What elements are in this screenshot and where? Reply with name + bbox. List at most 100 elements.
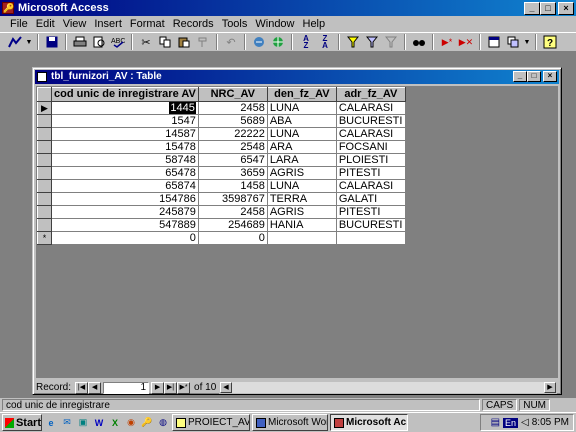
table-cell[interactable]: 58748 xyxy=(51,153,199,167)
format-painter-icon[interactable] xyxy=(194,34,212,51)
table-cell[interactable]: FOCSANI xyxy=(335,140,406,154)
outlook-express-icon[interactable]: ✉ xyxy=(60,416,74,430)
table-row[interactable]: 14587 22222 LUNA CALARASI xyxy=(37,127,406,141)
language-indicator[interactable]: En xyxy=(503,417,519,428)
table-cell[interactable]: 2458 xyxy=(197,101,268,115)
table-cell[interactable]: 2458 xyxy=(197,205,268,219)
table-row[interactable]: 58748 6547 LARA PLOIESTI xyxy=(37,153,406,167)
new-object-icon[interactable] xyxy=(504,34,522,51)
table-cell[interactable]: 15478 xyxy=(51,140,199,154)
previous-record-button[interactable]: ◀ xyxy=(88,381,102,394)
insert-hyperlink-icon[interactable] xyxy=(250,34,268,51)
table-row[interactable]: 245879 2458 AGRIS PITESTI xyxy=(37,205,406,219)
table-cell[interactable] xyxy=(335,231,406,245)
cut-icon[interactable]: ✂ xyxy=(137,34,155,51)
table-cell[interactable]: 22222 xyxy=(197,127,268,141)
table-row[interactable]: 154786 3598767 TERRA GALATI xyxy=(37,192,406,206)
record-selector[interactable] xyxy=(37,205,52,219)
close-button[interactable]: × xyxy=(558,2,574,15)
dropdown-icon[interactable]: ▼ xyxy=(25,34,33,51)
table-cell[interactable]: 3598767 xyxy=(197,192,268,206)
apply-filter-icon[interactable] xyxy=(382,34,400,51)
netmeeting-icon[interactable]: ◍ xyxy=(156,416,170,430)
minimize-button[interactable]: _ xyxy=(524,2,540,15)
table-cell[interactable]: LUNA xyxy=(266,101,337,115)
table-cell[interactable]: HANIA xyxy=(266,218,337,232)
scroll-left-button[interactable]: ◀ xyxy=(220,382,232,393)
record-selector[interactable] xyxy=(37,140,52,154)
menu-file[interactable]: File xyxy=(6,16,32,32)
table-cell[interactable]: 14587 xyxy=(51,127,199,141)
record-selector[interactable] xyxy=(37,114,52,128)
table-cell[interactable]: 254689 xyxy=(197,218,268,232)
access-icon[interactable]: 🔑 xyxy=(140,416,154,430)
table-cell[interactable]: PITESTI xyxy=(335,166,406,180)
table-cell[interactable] xyxy=(266,231,337,245)
table-cell[interactable]: BUCURESTI xyxy=(335,218,406,232)
table-cell[interactable]: CALARASI xyxy=(335,101,406,115)
table-cell[interactable]: ABA xyxy=(266,114,337,128)
column-header[interactable]: cod unic de inregistrare AV xyxy=(51,87,199,102)
table-row[interactable]: 1547 5689 ABA BUCURESTI xyxy=(37,114,406,128)
record-selector[interactable]: ▶ xyxy=(37,101,52,115)
record-number-input[interactable]: 1 xyxy=(103,381,150,394)
table-cell[interactable]: 154786 xyxy=(51,192,199,206)
table-cell[interactable]: 1458 xyxy=(197,179,268,193)
record-selector[interactable] xyxy=(37,166,52,180)
table-cell[interactable]: PITESTI xyxy=(335,205,406,219)
first-record-button[interactable]: |◀ xyxy=(75,381,89,394)
volume-icon[interactable]: ◁ xyxy=(521,417,529,428)
menu-edit[interactable]: Edit xyxy=(32,16,59,32)
table-cell[interactable]: 0 xyxy=(197,231,268,245)
table-cell[interactable]: BUCURESTI xyxy=(335,114,406,128)
taskbar-button-word[interactable]: Microsoft Word ... xyxy=(252,414,328,431)
table-cell[interactable]: AGRIS xyxy=(266,166,337,180)
dropdown-icon[interactable]: ▼ xyxy=(523,34,531,51)
table-row[interactable]: 65874 1458 LUNA CALARASI xyxy=(37,179,406,193)
table-cell[interactable]: 6547 xyxy=(197,153,268,167)
print-preview-icon[interactable] xyxy=(90,34,108,51)
column-header[interactable]: NRC_AV xyxy=(197,87,268,102)
taskbar-button-proiect[interactable]: PROIECT_AV xyxy=(172,414,250,431)
network-icon[interactable]: ▤ xyxy=(491,417,500,428)
powerpoint-icon[interactable]: ◉ xyxy=(124,416,138,430)
print-icon[interactable] xyxy=(71,34,89,51)
table-cell[interactable]: 1547 xyxy=(51,114,199,128)
internet-explorer-icon[interactable]: e xyxy=(44,416,58,430)
table-cell[interactable]: 2548 xyxy=(197,140,268,154)
record-selector[interactable] xyxy=(37,127,52,141)
table-row[interactable]: 547889 254689 HANIA BUCURESTI xyxy=(37,218,406,232)
filter-by-form-icon[interactable] xyxy=(363,34,381,51)
table-cell[interactable]: 1445 xyxy=(51,101,199,115)
menu-window[interactable]: Window xyxy=(251,16,298,32)
taskbar-button-access[interactable]: Microsoft Ac... xyxy=(330,414,408,431)
filter-by-selection-icon[interactable] xyxy=(344,34,362,51)
scroll-right-button[interactable]: ▶ xyxy=(544,382,556,393)
table-cell[interactable]: 245879 xyxy=(51,205,199,219)
help-icon[interactable]: ? xyxy=(541,34,559,51)
table-icon[interactable] xyxy=(37,72,47,82)
table-cell[interactable]: 65874 xyxy=(51,179,199,193)
last-record-button[interactable]: ▶| xyxy=(164,381,178,394)
table-cell[interactable]: ARA xyxy=(266,140,337,154)
menu-view[interactable]: View xyxy=(59,16,91,32)
sort-descending-icon[interactable]: ZA xyxy=(316,34,334,51)
table-cell[interactable]: 3659 xyxy=(197,166,268,180)
new-record-nav-button[interactable]: ▶* xyxy=(177,381,191,394)
table-cell[interactable]: 0 xyxy=(51,231,199,245)
start-button[interactable]: Start xyxy=(2,414,42,431)
find-icon[interactable] xyxy=(410,34,428,51)
excel-icon[interactable]: X xyxy=(108,416,122,430)
record-selector[interactable] xyxy=(37,192,52,206)
table-minimize-button[interactable]: _ xyxy=(513,71,527,82)
next-record-button[interactable]: ▶ xyxy=(151,381,165,394)
table-row[interactable]: 15478 2548 ARA FOCSANI xyxy=(37,140,406,154)
menu-tools[interactable]: Tools xyxy=(218,16,252,32)
delete-record-icon[interactable]: ▶✕ xyxy=(457,34,475,51)
paste-icon[interactable] xyxy=(175,34,193,51)
spelling-icon[interactable]: ABC xyxy=(109,34,127,51)
table-cell[interactable]: LUNA xyxy=(266,179,337,193)
new-record-icon[interactable]: ▶* xyxy=(438,34,456,51)
design-view-icon[interactable] xyxy=(6,34,24,51)
table-cell[interactable]: AGRIS xyxy=(266,205,337,219)
